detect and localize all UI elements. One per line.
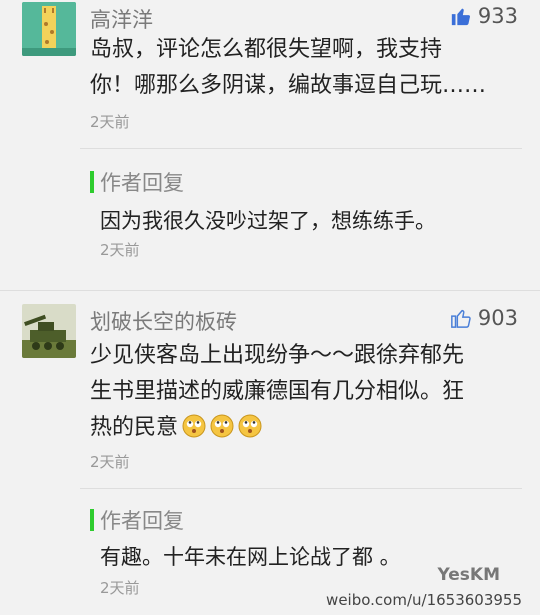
comment-text-line-with-emoji: 热的民意: [90, 410, 510, 446]
giraffe-avatar-icon: [22, 2, 76, 56]
reply-text: 有趣。十年未在网上论战了都 。: [100, 545, 401, 569]
comment-text: 少见侠客岛上出现纷争～～跟徐弃郁先 生书里描述的威廉德国有几分相似。狂 热的民意: [90, 338, 510, 446]
timestamp: 2天前: [90, 453, 130, 471]
eye-roll-emoji-icon: [182, 414, 206, 438]
thumb-up-filled-icon: [451, 8, 470, 26]
comment-text-line: 生书里描述的威廉德国有几分相似。狂: [90, 379, 465, 404]
thumb-up-outline-icon: [451, 309, 471, 328]
reply-timestamp: 2天前: [100, 241, 140, 259]
author-reply-label: 作者回复: [90, 167, 184, 197]
comment-text-line: 热的民意: [90, 415, 179, 440]
tank-avatar-icon: [22, 304, 76, 358]
reply-label-text: 作者回复: [100, 509, 184, 533]
avatar[interactable]: [22, 2, 76, 56]
reply-bar: [90, 509, 94, 531]
username[interactable]: 划破长空的板砖: [90, 306, 237, 336]
like-count: 903: [477, 306, 518, 330]
like-count: 933: [477, 4, 518, 28]
comment-text-line: 你！哪那么多阴谋，编故事逗自己玩……: [90, 73, 487, 98]
reply-bar: [90, 171, 94, 193]
like-button[interactable]: 933: [450, 4, 518, 28]
reply-text: 因为我很久没吵过架了，想练练手。: [100, 209, 436, 233]
divider: [0, 290, 540, 291]
like-button[interactable]: 903: [450, 306, 518, 330]
watermark-logo: YesKM: [437, 565, 501, 585]
author-reply: 作者回复 因为我很久没吵过架了，想练练手。 2天前: [80, 148, 522, 269]
reply-label-text: 作者回复: [100, 171, 184, 195]
timestamp: 2天前: [90, 113, 130, 131]
comment-text-line: 少见侠客岛上出现纷争～～跟徐弃郁先: [90, 343, 465, 368]
eye-roll-emoji-icon: [238, 414, 262, 438]
avatar[interactable]: [22, 304, 76, 358]
eye-roll-emoji-icon: [210, 414, 234, 438]
watermark-url: weibo.com/u/1653603955: [326, 591, 522, 609]
author-reply-label: 作者回复: [90, 505, 184, 535]
username[interactable]: 高洋洋: [90, 4, 153, 34]
reply-timestamp: 2天前: [100, 579, 140, 597]
comment-text: 岛叔，评论怎么都很失望啊，我支持 你！哪那么多阴谋，编故事逗自己玩……: [90, 32, 510, 104]
comment-text-line: 岛叔，评论怎么都很失望啊，我支持: [90, 37, 443, 62]
